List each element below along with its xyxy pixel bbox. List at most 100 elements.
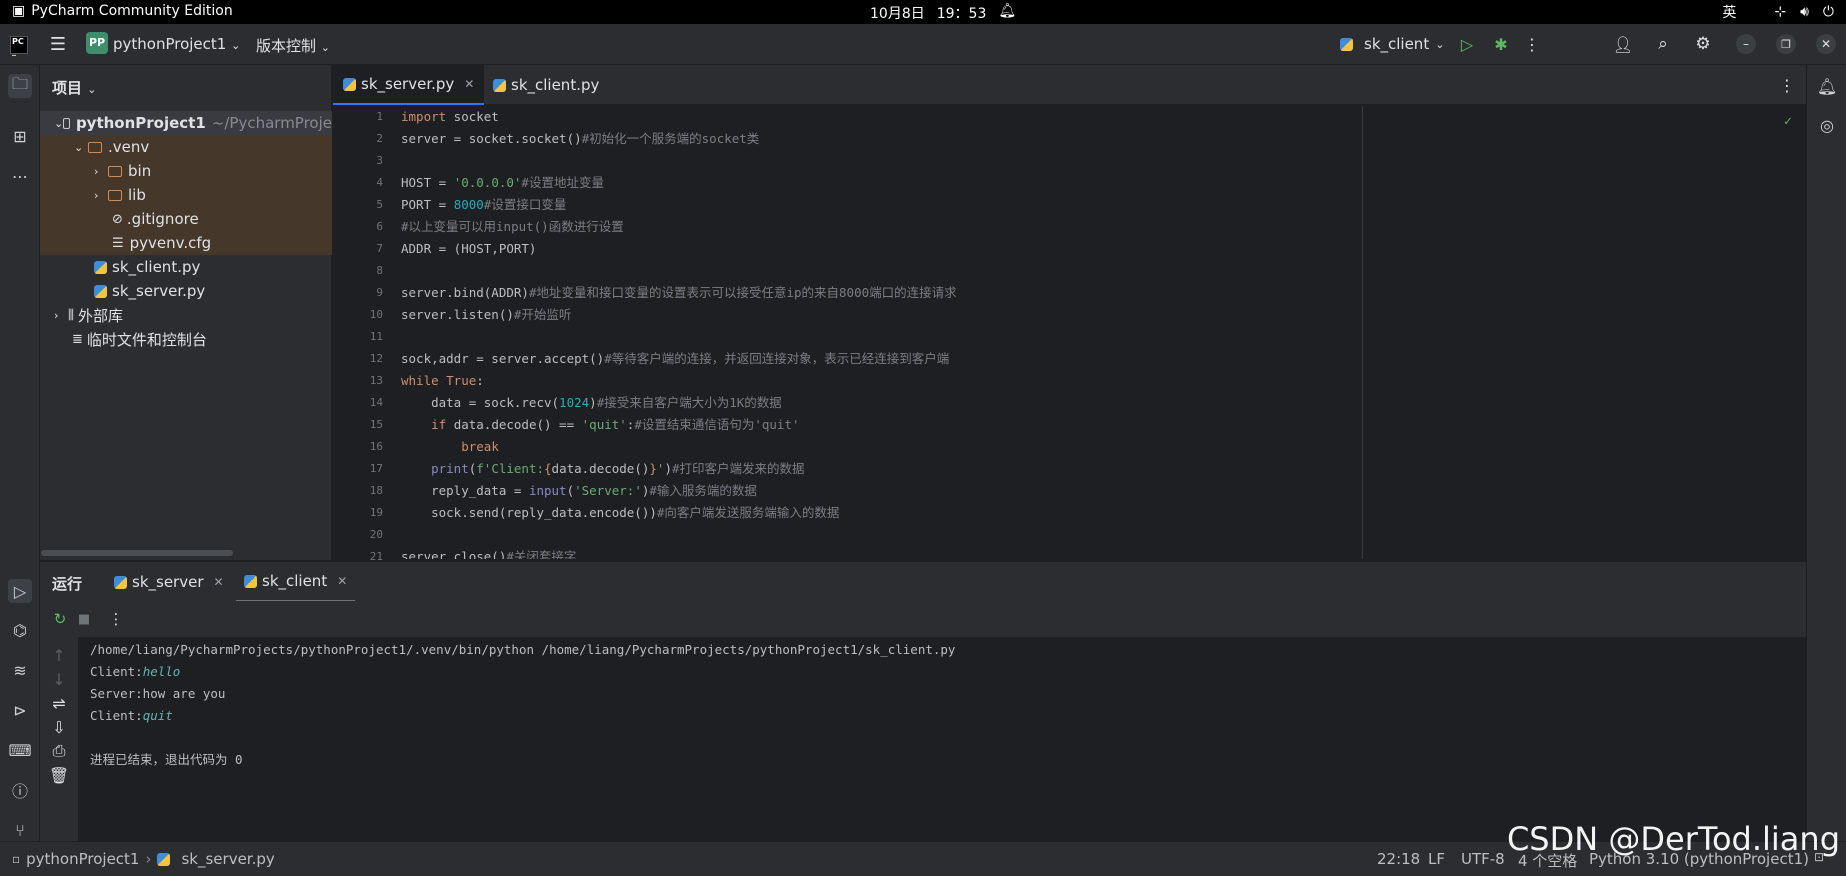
more-actions-icon[interactable]: ⋮ <box>108 609 124 629</box>
project-name: pythonProject1 <box>113 35 227 53</box>
folder-icon <box>108 165 122 177</box>
rerun-icon[interactable]: ↻ <box>50 609 70 629</box>
run-console[interactable]: /home/liang/PycharmProjects/pythonProjec… <box>78 637 1806 841</box>
volume-icon[interactable]: 🔊︎ <box>1800 4 1809 20</box>
watermark-text: CSDN @DerTod.liang <box>1506 820 1840 858</box>
line-number: 16 <box>369 440 383 453</box>
project-panel-title[interactable]: 项目 ⌄ <box>52 77 96 98</box>
code-line: HOST = '0.0.0.0'#设置地址变量 <box>401 175 604 190</box>
problems-icon[interactable]: ⓘ <box>8 778 32 802</box>
run-side-toolbar: ↑ ↓ ⇌ ⇩ ⎙ 🗑︎ <box>40 637 78 841</box>
tree-item-label: pyvenv.cfg <box>129 234 212 252</box>
run-icon[interactable]: ▷ <box>1456 33 1478 55</box>
more-actions-icon[interactable]: ⋮ <box>1524 33 1540 55</box>
inspection-ok-icon[interactable]: ✓ <box>1784 114 1792 129</box>
trash-icon[interactable]: 🗑︎ <box>49 765 69 785</box>
structure-tool-icon[interactable]: ⊞ <box>8 124 32 148</box>
code-editor[interactable]: import socket server = socket.socket()#初… <box>395 106 1795 559</box>
main-menu-icon[interactable]: ☰ <box>48 34 68 55</box>
close-window-icon[interactable]: ✕ <box>1816 34 1836 54</box>
clock[interactable]: 10月8日 19：53 🔔︎ <box>870 3 1016 23</box>
tree-item-sk-client[interactable]: sk_client.py <box>40 255 332 279</box>
arrow-up-icon[interactable]: ↑ <box>49 645 69 665</box>
file-encoding[interactable]: UTF-8 <box>1461 850 1505 868</box>
tab-sk-client[interactable]: sk_client.py <box>483 65 609 105</box>
tree-item-project-root[interactable]: ⌄ pythonProject1 ~/PycharmProje <box>40 111 332 135</box>
code-line: reply_data = input('Server:')#输入服务端的数据 <box>401 483 757 498</box>
tree-item-label: pythonProject1 <box>75 114 206 132</box>
line-separator[interactable]: LF <box>1428 850 1445 868</box>
chevron-down-icon: ⌄ <box>231 39 241 52</box>
tree-item-external-libs[interactable]: › ⫼ 外部库 <box>40 303 332 327</box>
run-config-selector[interactable]: sk_client ⌄ <box>1340 35 1444 53</box>
close-tab-icon[interactable]: ✕ <box>337 574 347 588</box>
tab-label: sk_client.py <box>511 76 600 94</box>
tree-item-pyvenv-cfg[interactable]: ☰ pyvenv.cfg <box>40 231 332 255</box>
python-file-icon <box>94 260 107 274</box>
project-tool-icon[interactable]: 🗀 <box>8 74 32 98</box>
tree-item-venv[interactable]: ⌄ .venv <box>40 135 332 159</box>
python-console-icon[interactable]: ⌬ <box>8 618 32 642</box>
tree-item-label: sk_client.py <box>112 258 201 276</box>
code-line: server.listen()#开始监听 <box>401 307 572 322</box>
tree-item-path-hint: ~/PycharmProje <box>211 114 332 132</box>
run-tool-icon[interactable]: ▷ <box>8 579 32 603</box>
code-line: server.close()#关闭套接字 <box>401 549 577 559</box>
tree-item-gitignore[interactable]: ⊘ .gitignore <box>40 207 332 231</box>
tree-item-bin[interactable]: › bin <box>40 159 332 183</box>
stop-icon[interactable]: ■ <box>74 609 94 629</box>
module-icon: ▫ <box>12 852 21 866</box>
line-number: 6 <box>376 220 383 233</box>
run-panel-header: 运行 sk_server ✕ sk_client ✕ <box>40 561 1806 602</box>
tab-options-icon[interactable]: ⋮ <box>1777 74 1797 96</box>
notifications-bell-icon[interactable]: 🔔︎ <box>1815 74 1839 98</box>
caret-position[interactable]: 22:18 <box>1377 850 1420 868</box>
breadcrumb-file[interactable]: sk_server.py <box>181 850 274 868</box>
add-user-icon[interactable]: 👤︎ <box>1612 33 1634 55</box>
maximize-icon[interactable]: ❐ <box>1776 34 1796 54</box>
horizontal-scrollbar[interactable] <box>41 550 233 556</box>
git-icon[interactable]: ⑂ <box>8 818 32 842</box>
run-tab-sk-server[interactable]: sk_server ✕ <box>108 562 230 602</box>
folder-icon <box>88 141 102 153</box>
debug-icon[interactable]: ✱ <box>1490 33 1512 55</box>
project-switcher[interactable]: pythonProject1 ⌄ <box>113 35 240 53</box>
library-icon: ⫼ <box>68 307 74 323</box>
ime-indicator[interactable]: 英 <box>1722 2 1736 22</box>
console-line: Server:how are you <box>90 686 226 701</box>
soft-wrap-icon[interactable]: ⇌ <box>49 693 69 713</box>
line-number: 12 <box>369 352 383 365</box>
project-panel: 项目 ⌄ ⌄ pythonProject1 ~/PycharmProje ⌄ .… <box>40 65 332 560</box>
services-icon[interactable]: ⊳ <box>8 698 32 722</box>
network-icon[interactable]: ⊹ <box>1774 4 1786 20</box>
tab-sk-server[interactable]: sk_server.py ✕ <box>333 65 485 105</box>
tab-label: sk_server.py <box>361 75 455 93</box>
run-tab-sk-client[interactable]: sk_client ✕ <box>236 562 356 602</box>
close-tab-icon[interactable]: ✕ <box>213 575 223 589</box>
power-icon[interactable]: ⏻ <box>1823 4 1834 20</box>
tree-item-lib[interactable]: › lib <box>40 183 332 207</box>
vcs-label: 版本控制 <box>256 37 317 55</box>
run-config-name: sk_client <box>1364 35 1430 53</box>
arrow-down-icon[interactable]: ↓ <box>49 669 69 689</box>
more-tools-icon[interactable]: ⋯ <box>8 164 32 188</box>
close-tab-icon[interactable]: ✕ <box>464 77 474 91</box>
bell-icon: 🔔︎ <box>998 3 1017 19</box>
ai-assistant-icon[interactable]: ◎ <box>1815 113 1839 137</box>
tree-item-sk-server[interactable]: sk_server.py <box>40 279 332 303</box>
print-icon[interactable]: ⎙ <box>49 741 69 761</box>
python-icon <box>1340 37 1353 51</box>
right-margin-guide <box>1362 106 1363 559</box>
minimize-icon[interactable]: – <box>1736 34 1756 54</box>
code-line: server.bind(ADDR)#地址变量和接口变量的设置表示可以接受任意ip… <box>401 285 957 300</box>
python-packages-icon[interactable]: ≋ <box>8 658 32 682</box>
terminal-icon[interactable]: ⌨ <box>8 738 32 762</box>
settings-gear-icon[interactable]: ⚙ <box>1692 33 1714 55</box>
tree-item-scratches[interactable]: ≣ 临时文件和控制台 <box>40 327 332 351</box>
scroll-to-end-icon[interactable]: ⇩ <box>49 717 69 737</box>
breadcrumb-project[interactable]: pythonProject1 <box>26 850 139 868</box>
search-icon[interactable]: ⌕ <box>1652 33 1674 55</box>
vcs-menu[interactable]: 版本控制 ⌄ <box>256 35 330 56</box>
line-number: 14 <box>369 396 383 409</box>
line-number: 4 <box>376 176 383 189</box>
